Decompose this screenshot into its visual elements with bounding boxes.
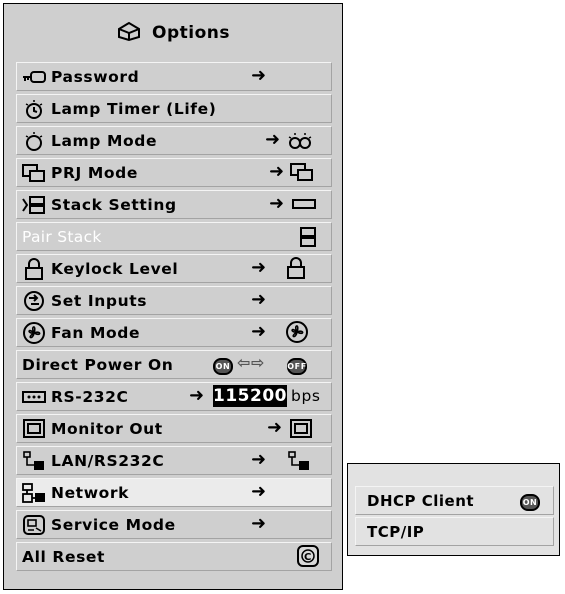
menu-item-direct-power-on[interactable]: Direct Power On ON ⇦⇨ OFF (16, 350, 332, 379)
switch-arrows-icon: ⇦⇨ (237, 353, 266, 372)
arrow-right-icon: ➜ (251, 65, 267, 86)
serial-port-icon (21, 386, 47, 408)
arrow-right-icon: ➜ (251, 449, 267, 470)
menu-item-stack-setting[interactable]: Stack Setting ➜ (16, 190, 332, 219)
on-option-button[interactable]: ON (213, 355, 233, 375)
menu-item-label: Monitor Out (51, 419, 163, 438)
reset-icon-letter: C (304, 552, 312, 563)
padlock-icon (285, 256, 307, 284)
menu-item-label: Network (51, 483, 130, 502)
submenu-item-label: TCP/IP (367, 522, 425, 541)
menu-item-label: Pair Stack (22, 227, 102, 246)
menu-item-lan-rs232c[interactable]: LAN/RS232C ➜ (16, 446, 332, 475)
submenu-item-label: DHCP Client (367, 491, 475, 510)
arrow-right-icon: ➜ (251, 513, 267, 534)
lan-icon (21, 450, 47, 472)
arrow-right-icon: ➜ (269, 161, 285, 182)
menu-item-label: Set Inputs (51, 291, 148, 310)
padlock-icon (21, 257, 47, 280)
arrow-right-icon: ➜ (251, 257, 267, 278)
menu-item-label: Stack Setting (51, 195, 177, 214)
monitor-icon (21, 418, 47, 440)
menu-item-label: Service Mode (51, 515, 176, 534)
lamp-timer-icon (21, 98, 47, 120)
menu-item-keylock-level[interactable]: Keylock Level ➜ (16, 254, 332, 283)
baud-rate-value[interactable]: 115200 (213, 385, 287, 407)
submenu-item-tcp-ip[interactable]: TCP/IP (355, 517, 554, 546)
fan-icon (285, 320, 309, 348)
menu-item-all-reset[interactable]: All Reset C (16, 542, 332, 571)
menu-item-prj-mode[interactable]: PRJ Mode ➜ (16, 158, 332, 187)
bar-icon (291, 197, 317, 215)
menu-title: Options (152, 23, 230, 43)
service-icon (21, 514, 47, 536)
menu-item-password[interactable]: Password ➜ (16, 62, 332, 91)
set-inputs-icon (21, 290, 47, 312)
arrow-right-icon: ➜ (269, 193, 285, 214)
lamp-icon (21, 130, 47, 152)
reset-icon[interactable]: C (297, 545, 319, 571)
arrow-right-icon: ➜ (189, 385, 205, 406)
options-menu-panel: Options Password ➜ Lamp Timer (Life) Lam… (3, 3, 343, 590)
key-icon (21, 66, 47, 88)
pair-stack-icon (299, 226, 317, 252)
options-toolbox-icon (116, 20, 142, 47)
dhcp-on-badge[interactable]: ON (520, 491, 540, 511)
arrow-right-icon: ➜ (251, 289, 267, 310)
baud-rate-unit: bps (291, 387, 321, 405)
menu-item-lamp-timer[interactable]: Lamp Timer (Life) (16, 94, 332, 123)
menu-item-rs232c[interactable]: RS-232C ➜ 115200 bps (16, 382, 332, 411)
lamp-mode-icon (287, 130, 313, 156)
menu-item-label: Direct Power On (22, 355, 174, 374)
menu-item-service-mode[interactable]: Service Mode ➜ (16, 510, 332, 539)
menu-item-label: Lamp Mode (51, 131, 158, 150)
menu-item-label: LAN/RS232C (51, 451, 165, 470)
prj-mode-icon (289, 162, 315, 186)
menu-item-label: Fan Mode (51, 323, 141, 342)
menu-item-lamp-mode[interactable]: Lamp Mode ➜ (16, 126, 332, 155)
arrow-right-icon: ➜ (265, 129, 281, 150)
menu-item-label: Lamp Timer (Life) (51, 99, 217, 118)
arrow-right-icon: ➜ (251, 321, 267, 342)
lan-icon (287, 450, 311, 476)
submenu-item-dhcp-client[interactable]: DHCP Client ON (355, 486, 554, 515)
menu-item-fan-mode[interactable]: Fan Mode ➜ (16, 318, 332, 347)
menu-item-pair-stack: Pair Stack (16, 222, 332, 251)
menu-item-label: Password (51, 67, 140, 86)
arrow-right-icon: ➜ (267, 417, 283, 438)
network-submenu-panel: DHCP Client ON TCP/IP (347, 463, 560, 556)
menu-title-bar: Options (4, 4, 342, 62)
prj-mode-icon (21, 162, 47, 184)
network-icon (21, 482, 47, 504)
menu-item-set-inputs[interactable]: Set Inputs ➜ (16, 286, 332, 315)
menu-item-label: All Reset (22, 547, 106, 566)
menu-item-monitor-out[interactable]: Monitor Out ➜ (16, 414, 332, 443)
off-option-button[interactable]: OFF (287, 355, 307, 375)
arrow-right-icon: ➜ (251, 481, 267, 502)
menu-item-label: PRJ Mode (51, 163, 138, 182)
menu-item-network[interactable]: Network ➜ (16, 478, 332, 507)
stack-icon (21, 194, 47, 216)
fan-icon (21, 321, 47, 344)
menu-item-label: Keylock Level (51, 259, 179, 278)
menu-item-label: RS-232C (51, 387, 129, 406)
monitor-icon (289, 418, 313, 444)
